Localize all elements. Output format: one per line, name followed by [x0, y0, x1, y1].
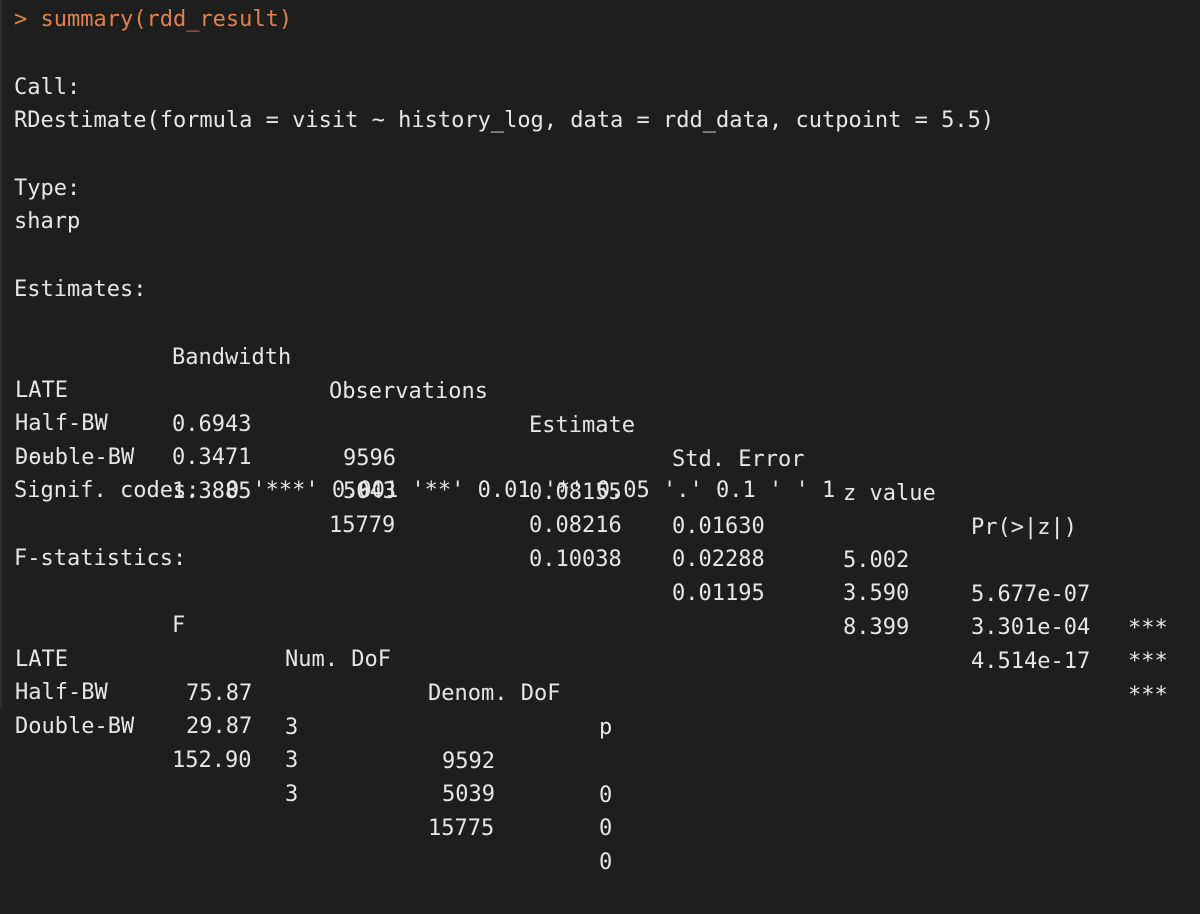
separator: --- — [14, 444, 54, 469]
estimates-column-headers: Bandwidth Observations Estimate Std. Err… — [2, 307, 1200, 540]
fstat-header: F-statistics: — [14, 546, 187, 571]
command-text: summary(rdd_result) — [40, 7, 293, 32]
cell-num-dof: 3 — [285, 748, 299, 773]
cell-estimate: 0.08216 — [529, 513, 622, 538]
cell-std-error: 0.02288 — [672, 547, 765, 572]
estimates-row-late: LATE 0.6943 9596 0.08155 0.01630 5.002 5… — [2, 340, 1200, 641]
cell-denom-dof: 15775 — [428, 816, 495, 841]
row-label: Double-BW — [15, 714, 135, 739]
type-value: sharp — [14, 209, 81, 234]
col-p-value: Pr(>|z|) — [971, 515, 1077, 540]
cell-p: 0 — [599, 850, 613, 875]
signif-codes: Signif. codes: 0 '***' 0.001 '**' 0.01 '… — [14, 478, 836, 503]
cell-p: 0 — [599, 816, 613, 841]
call-header: Call: — [14, 75, 81, 100]
cell-denom-dof: 9592 — [442, 749, 495, 774]
cell-estimate: 0.10038 — [529, 547, 622, 572]
prompt-symbol: > — [14, 7, 28, 32]
call-text: RDestimate(formula = visit ~ history_log… — [14, 108, 995, 133]
cell-bandwidth: 0.3471 — [172, 445, 252, 470]
cell-observations: 15779 — [329, 513, 396, 538]
fstat-row-double-bw: Double-BW 152.90 3 15775 0 — [2, 676, 1200, 875]
cell-observations: 9596 — [343, 446, 396, 471]
type-header: Type: — [14, 176, 81, 201]
cell-num-dof: 3 — [285, 782, 299, 807]
fstat-row-late: LATE 75.87 3 9592 0 — [2, 609, 1200, 808]
col-std-error: Std. Error — [672, 447, 805, 472]
estimates-row-double-bw: Double-BW 1.3885 15779 0.10038 0.01195 8… — [2, 407, 1200, 708]
cell-denom-dof: 5039 — [442, 782, 495, 807]
cell-p: 0 — [599, 783, 613, 808]
r-console-output[interactable]: > summary(rdd_result) Call: RDestimate(f… — [0, 0, 1200, 875]
cell-f: 152.90 — [172, 748, 252, 773]
cell-std-error: 0.01630 — [672, 514, 765, 539]
command-line: > summary(rdd_result) — [14, 3, 292, 37]
estimates-row-half-bw: Half-BW 0.3471 5043 0.08216 0.02288 3.59… — [2, 373, 1200, 674]
col-p: p — [599, 715, 613, 740]
fstat-row-half-bw: Half-BW 29.87 3 5039 0 — [2, 642, 1200, 841]
col-z-value: z value — [843, 481, 936, 506]
cell-z-value: 5.002 — [843, 548, 910, 573]
fstat-column-headers: F Num. DoF Denom. DoF p — [2, 575, 1200, 740]
cell-num-dof: 3 — [285, 715, 299, 740]
estimates-header: Estimates: — [14, 277, 147, 302]
cell-f: 29.87 — [186, 714, 253, 739]
